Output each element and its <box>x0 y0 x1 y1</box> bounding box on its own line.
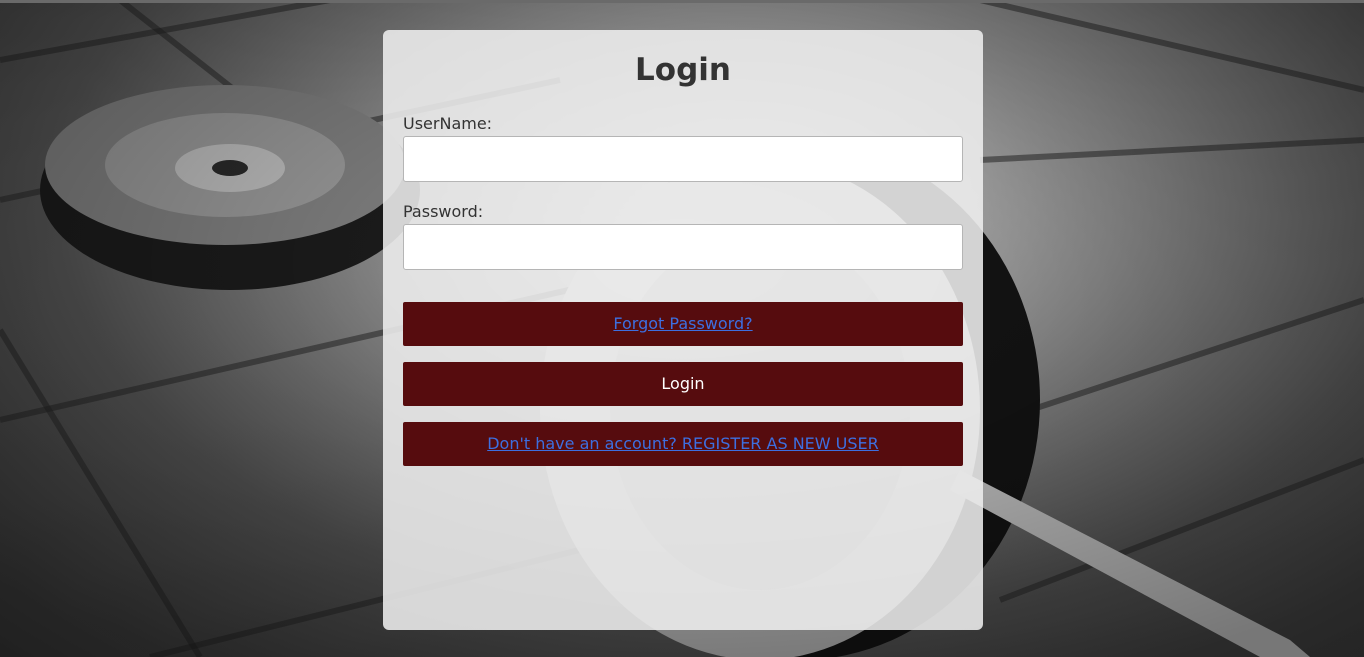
password-label: Password: <box>403 202 484 221</box>
forgot-password-link[interactable]: Forgot Password? <box>613 314 752 333</box>
register-bar: Don't have an account? REGISTER AS NEW U… <box>403 422 963 466</box>
login-button[interactable]: Login <box>403 362 963 406</box>
register-link[interactable]: Don't have an account? REGISTER AS NEW U… <box>487 434 879 453</box>
top-border <box>0 0 1364 3</box>
password-input[interactable] <box>403 224 963 270</box>
login-card: Login UserName: Password: Forgot Passwor… <box>383 30 983 630</box>
username-label: UserName: <box>403 114 493 133</box>
page-title: Login <box>635 52 731 88</box>
forgot-password-bar: Forgot Password? <box>403 302 963 346</box>
username-input[interactable] <box>403 136 963 182</box>
